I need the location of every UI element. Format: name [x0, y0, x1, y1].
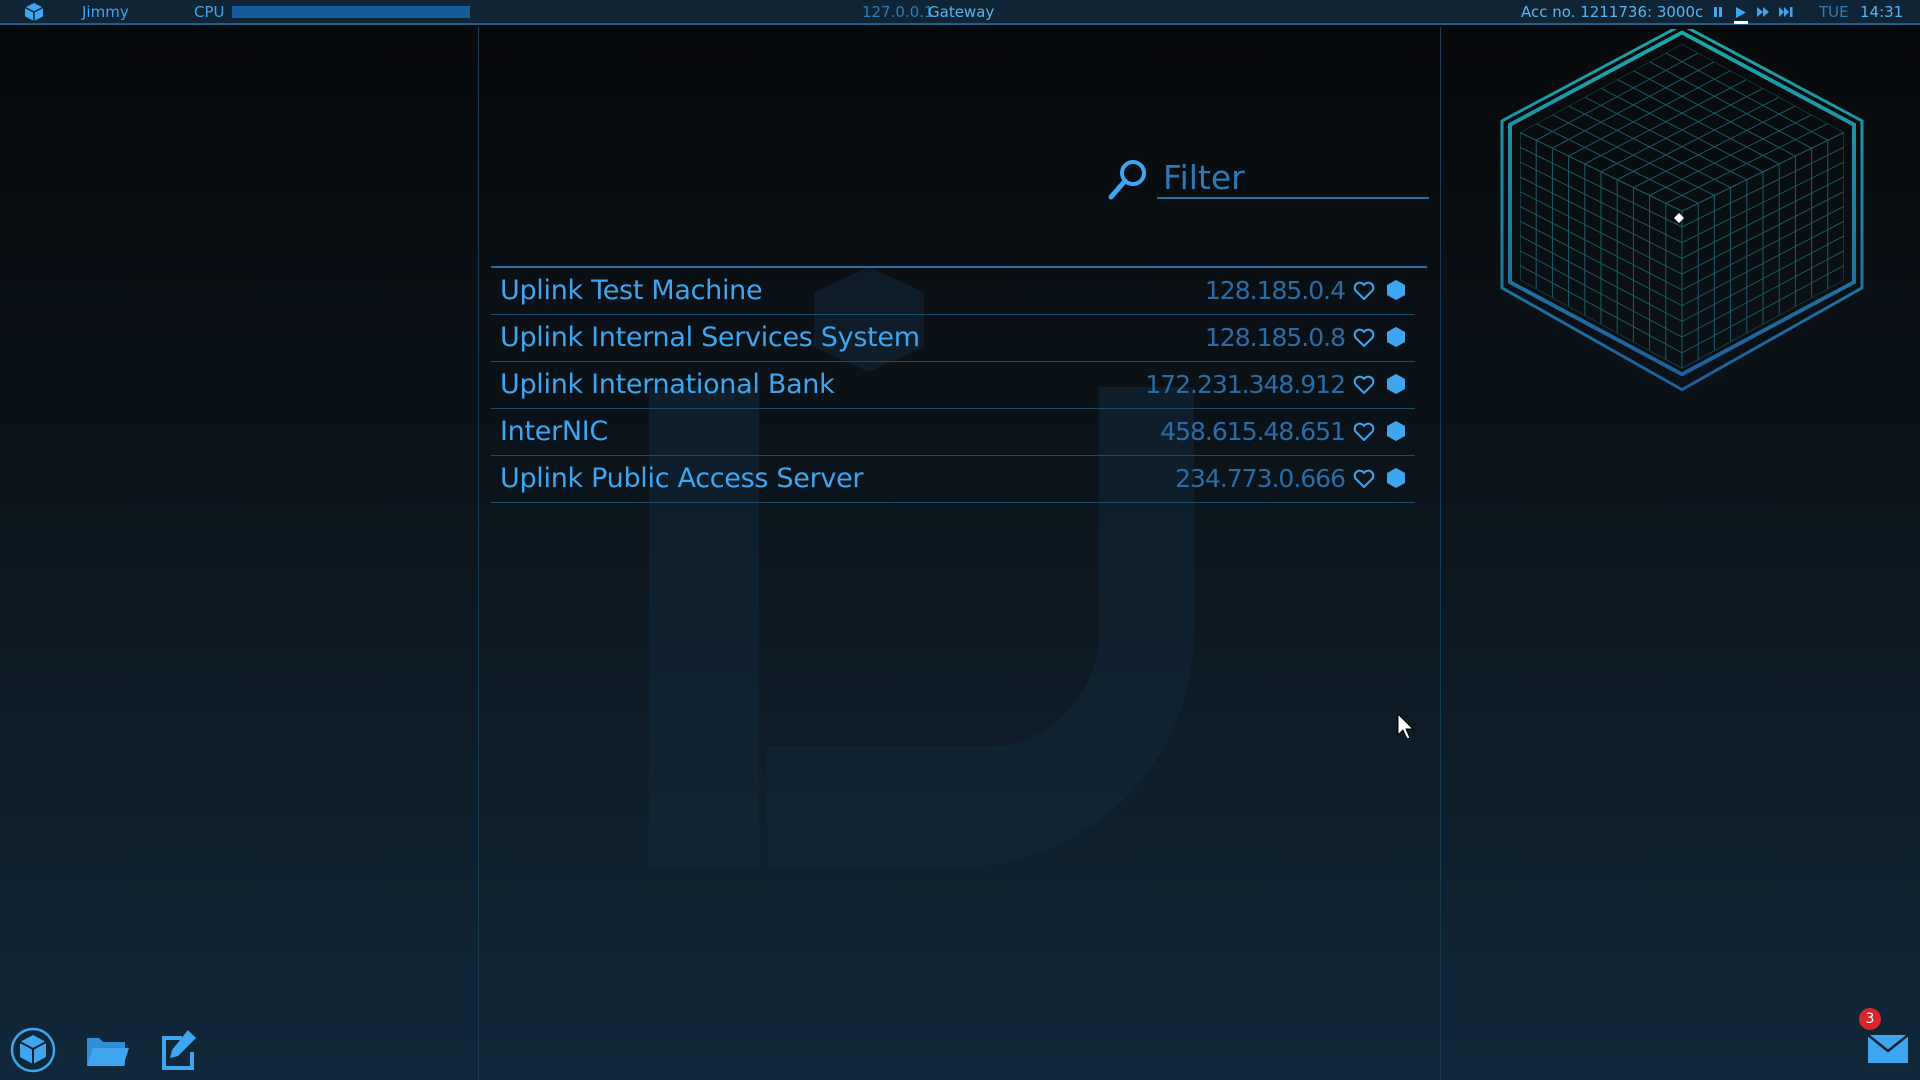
cpu-label: CPU [194, 3, 225, 21]
favourite-heart-icon[interactable] [1353, 375, 1375, 395]
search-icon [1108, 160, 1146, 200]
game-screen: Jimmy CPU 127.0.0.1 Gateway Acc no. 1211… [0, 0, 1920, 1080]
current-location: Gateway [928, 3, 995, 21]
favourite-heart-icon[interactable] [1353, 422, 1375, 442]
connect-hexagon-icon[interactable] [1385, 279, 1407, 301]
server-name[interactable]: Uplink International Bank [500, 369, 835, 400]
left-panel [0, 27, 479, 1080]
connect-hexagon-icon[interactable] [1385, 420, 1407, 442]
server-row[interactable]: Uplink Internal Services System 128.185.0… [491, 315, 1415, 362]
day-of-week: TUE [1819, 3, 1849, 21]
server-name[interactable]: InterNIC [500, 416, 608, 447]
server-row[interactable]: Uplink Public Access Server 234.773.0.666 [491, 456, 1415, 503]
mouse-cursor-icon [1397, 713, 1415, 740]
top-bar: Jimmy CPU 127.0.0.1 Gateway Acc no. 1211… [0, 0, 1920, 25]
filter-input[interactable] [1157, 157, 1429, 199]
favourite-heart-icon[interactable] [1353, 281, 1375, 301]
network-cube-map[interactable] [1496, 29, 1868, 395]
play-icon[interactable] [1734, 6, 1748, 24]
connect-hexagon-icon[interactable] [1385, 373, 1407, 395]
server-list: Uplink Test Machine 128.185.0.4 Uplink Int… [491, 266, 1427, 503]
server-ip: 234.773.0.666 [1175, 464, 1346, 493]
favourite-heart-icon[interactable] [1353, 328, 1375, 348]
server-ip: 458.615.48.651 [1160, 417, 1346, 446]
favourite-heart-icon[interactable] [1353, 469, 1375, 489]
right-panel [1441, 27, 1920, 1080]
files-icon[interactable] [85, 1032, 129, 1070]
fastest-icon[interactable] [1778, 6, 1794, 18]
mail-icon[interactable] [1866, 1031, 1910, 1065]
unread-mail-badge: 3 [1859, 1008, 1881, 1030]
game-speed-controls [1712, 3, 1812, 24]
cpu-usage-bar [232, 6, 470, 18]
cpu-usage-fill [232, 6, 470, 18]
notes-icon[interactable] [158, 1028, 198, 1072]
server-ip: 128.185.0.4 [1204, 276, 1346, 305]
server-name[interactable]: Uplink Test Machine [500, 275, 763, 306]
uplink-logo-icon[interactable] [23, 2, 45, 22]
current-ip: 127.0.0.1 [862, 3, 934, 21]
fast-forward-icon[interactable] [1756, 6, 1770, 18]
server-name[interactable]: Uplink Public Access Server [500, 463, 863, 494]
clock-time: 14:31 [1860, 3, 1904, 21]
server-name[interactable]: Uplink Internal Services System [500, 322, 920, 353]
filter-bar [1107, 155, 1429, 205]
account-balance: Acc no. 1211736: 3000c [1521, 3, 1704, 21]
server-row[interactable]: InterNIC 458.615.48.651 [491, 409, 1415, 456]
connect-hexagon-icon[interactable] [1385, 467, 1407, 489]
connect-hexagon-icon[interactable] [1385, 326, 1407, 348]
username: Jimmy [82, 3, 129, 21]
server-list-panel: Uplink Test Machine 128.185.0.4 Uplink Int… [479, 27, 1441, 1080]
server-ip: 172.231.348.912 [1145, 370, 1346, 399]
server-ip: 128.185.0.8 [1204, 323, 1346, 352]
pause-icon[interactable] [1712, 6, 1724, 18]
server-row[interactable]: Uplink Test Machine 128.185.0.4 [491, 268, 1415, 315]
network-map-icon[interactable] [10, 1027, 56, 1073]
server-row[interactable]: Uplink International Bank 172.231.348.912 [491, 362, 1415, 409]
